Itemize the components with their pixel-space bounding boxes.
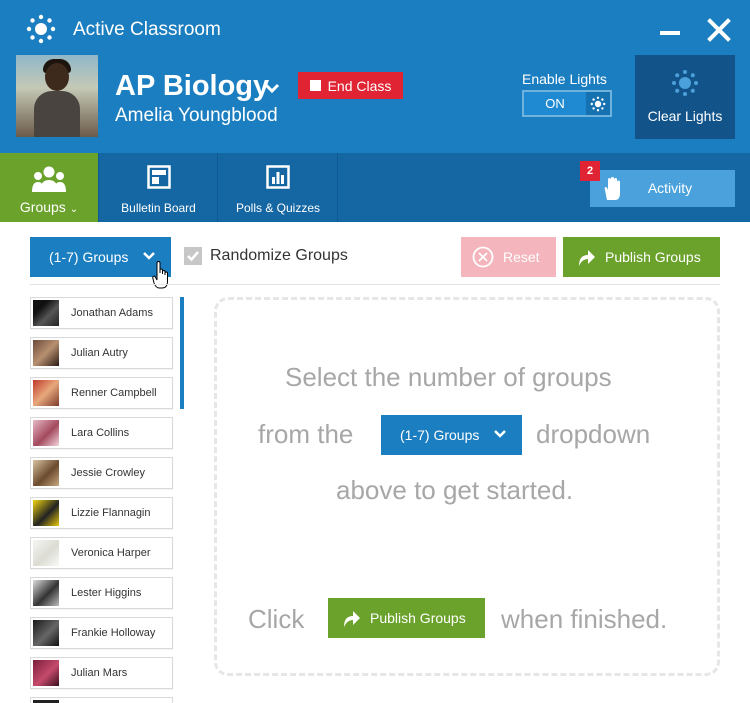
chevron-down-icon xyxy=(494,430,506,438)
instruction-publish-groups-button[interactable]: Publish Groups xyxy=(328,598,485,638)
student-avatar xyxy=(33,420,59,446)
enable-lights-label: Enable Lights xyxy=(522,71,607,87)
app-title: Active Classroom xyxy=(73,19,221,40)
close-icon[interactable] xyxy=(706,17,732,43)
tab-groups[interactable]: Groups ⌄ xyxy=(0,153,99,222)
student-list-scrollbar[interactable] xyxy=(180,297,184,409)
instruction-line-3: above to get started. xyxy=(336,475,574,505)
student-avatar xyxy=(33,500,59,526)
teacher-avatar xyxy=(16,55,98,137)
student-name: Lester Higgins xyxy=(71,587,142,599)
users-icon xyxy=(32,166,66,192)
student-name: Julian Mars xyxy=(71,667,128,679)
enable-lights-toggle[interactable]: ON xyxy=(522,90,612,117)
chevron-down-icon: ⌄ xyxy=(69,204,79,215)
instruction-line-2-after: dropdown xyxy=(536,419,651,449)
tab-bulletin-board[interactable]: Bulletin Board xyxy=(100,153,218,222)
bar-chart-icon xyxy=(266,165,290,189)
teacher-name: Amelia Youngblood xyxy=(115,105,278,126)
student-name: Jonathan Adams xyxy=(71,307,153,319)
reset-label: Reset xyxy=(503,249,540,265)
student-item[interactable]: Julian Autry xyxy=(30,337,173,369)
groups-dropdown-label: (1-7) Groups xyxy=(49,249,129,265)
stop-icon xyxy=(309,80,321,91)
instruction-line-2-before: from the xyxy=(258,419,354,449)
toggle-state: ON xyxy=(524,92,586,115)
student-name: Frankie Holloway xyxy=(71,627,156,639)
end-class-button[interactable]: End Class xyxy=(298,72,403,99)
student-list[interactable]: Jonathan Adams Julian Autry Renner Campb… xyxy=(30,297,175,703)
student-item[interactable]: Renner Campbell xyxy=(30,377,173,409)
student-name: Veronica Harper xyxy=(71,547,151,559)
student-avatar xyxy=(33,660,59,686)
tab-polls-quizzes[interactable]: Polls & Quizzes xyxy=(219,153,338,222)
toolbar-divider xyxy=(30,284,720,285)
student-name: Lara Collins xyxy=(71,427,130,439)
clear-lights-label: Clear Lights xyxy=(647,108,723,124)
student-avatar xyxy=(33,620,59,646)
publish-groups-button[interactable]: Publish Groups xyxy=(563,237,720,277)
tab-label: Groups ⌄ xyxy=(0,199,98,215)
instruction-publish-label: Publish Groups xyxy=(370,610,466,626)
student-avatar xyxy=(33,580,59,606)
student-item[interactable] xyxy=(30,697,173,703)
reset-button[interactable]: Reset xyxy=(461,237,556,277)
groups-count-dropdown[interactable]: (1-7) Groups xyxy=(30,237,171,277)
randomize-groups-checkbox[interactable]: Randomize Groups xyxy=(184,247,348,265)
student-item[interactable]: Jessie Crowley xyxy=(30,457,173,489)
student-item[interactable]: Julian Mars xyxy=(30,657,173,689)
clear-lights-button[interactable]: Clear Lights xyxy=(635,55,735,139)
student-item[interactable]: Lizzie Flannagin xyxy=(30,497,173,529)
raised-hand-icon xyxy=(604,177,620,200)
bulletin-board-icon xyxy=(146,165,171,189)
tab-bulletin-board-label: Bulletin Board xyxy=(121,201,196,215)
publish-groups-label: Publish Groups xyxy=(605,249,701,265)
end-class-label: End Class xyxy=(327,77,392,94)
nav-bar: Groups ⌄ Bulletin Board Polls & Quizzes … xyxy=(0,153,750,222)
student-item[interactable]: Lester Higgins xyxy=(30,577,173,609)
student-item[interactable]: Lara Collins xyxy=(30,417,173,449)
student-avatar xyxy=(33,380,59,406)
student-avatar xyxy=(33,540,59,566)
randomize-groups-label: Randomize Groups xyxy=(210,247,348,264)
app-logo-icon xyxy=(26,14,56,44)
tab-polls-quizzes-label: Polls & Quizzes xyxy=(235,201,321,215)
minimize-button[interactable] xyxy=(660,31,680,35)
student-avatar xyxy=(33,340,59,366)
reset-x-icon xyxy=(472,246,494,268)
light-icon xyxy=(672,70,698,96)
chevron-down-icon[interactable] xyxy=(264,82,280,94)
light-icon xyxy=(586,92,610,115)
instruction-groups-dropdown[interactable]: (1-7) Groups xyxy=(381,415,522,455)
instruction-dropdown-label: (1-7) Groups xyxy=(400,427,480,443)
class-title: AP Biology xyxy=(115,70,270,102)
activity-label: Activity xyxy=(647,180,693,196)
activity-button[interactable]: Activity xyxy=(590,170,735,207)
share-arrow-icon xyxy=(344,611,360,627)
activity-count-badge: 2 xyxy=(580,161,600,181)
hand-pointer-cursor-icon xyxy=(152,261,168,289)
share-arrow-icon xyxy=(579,250,595,266)
checkmark-icon xyxy=(184,247,202,265)
instruction-line-1: Select the number of groups xyxy=(285,362,612,392)
student-name: Julian Autry xyxy=(71,347,128,359)
instruction-line-4-after: when finished. xyxy=(501,604,668,634)
student-avatar xyxy=(33,460,59,486)
instruction-line-4-before: Click xyxy=(248,604,305,634)
student-item[interactable]: Jonathan Adams xyxy=(30,297,173,329)
student-name: Lizzie Flannagin xyxy=(71,507,151,519)
student-item[interactable]: Veronica Harper xyxy=(30,537,173,569)
student-item[interactable]: Frankie Holloway xyxy=(30,617,173,649)
student-name: Jessie Crowley xyxy=(71,467,145,479)
header-bar: Active Classroom AP Biology Amelia Young… xyxy=(0,0,750,153)
student-avatar xyxy=(33,300,59,326)
student-name: Renner Campbell xyxy=(71,387,157,399)
tab-groups-label: Groups xyxy=(19,199,66,215)
